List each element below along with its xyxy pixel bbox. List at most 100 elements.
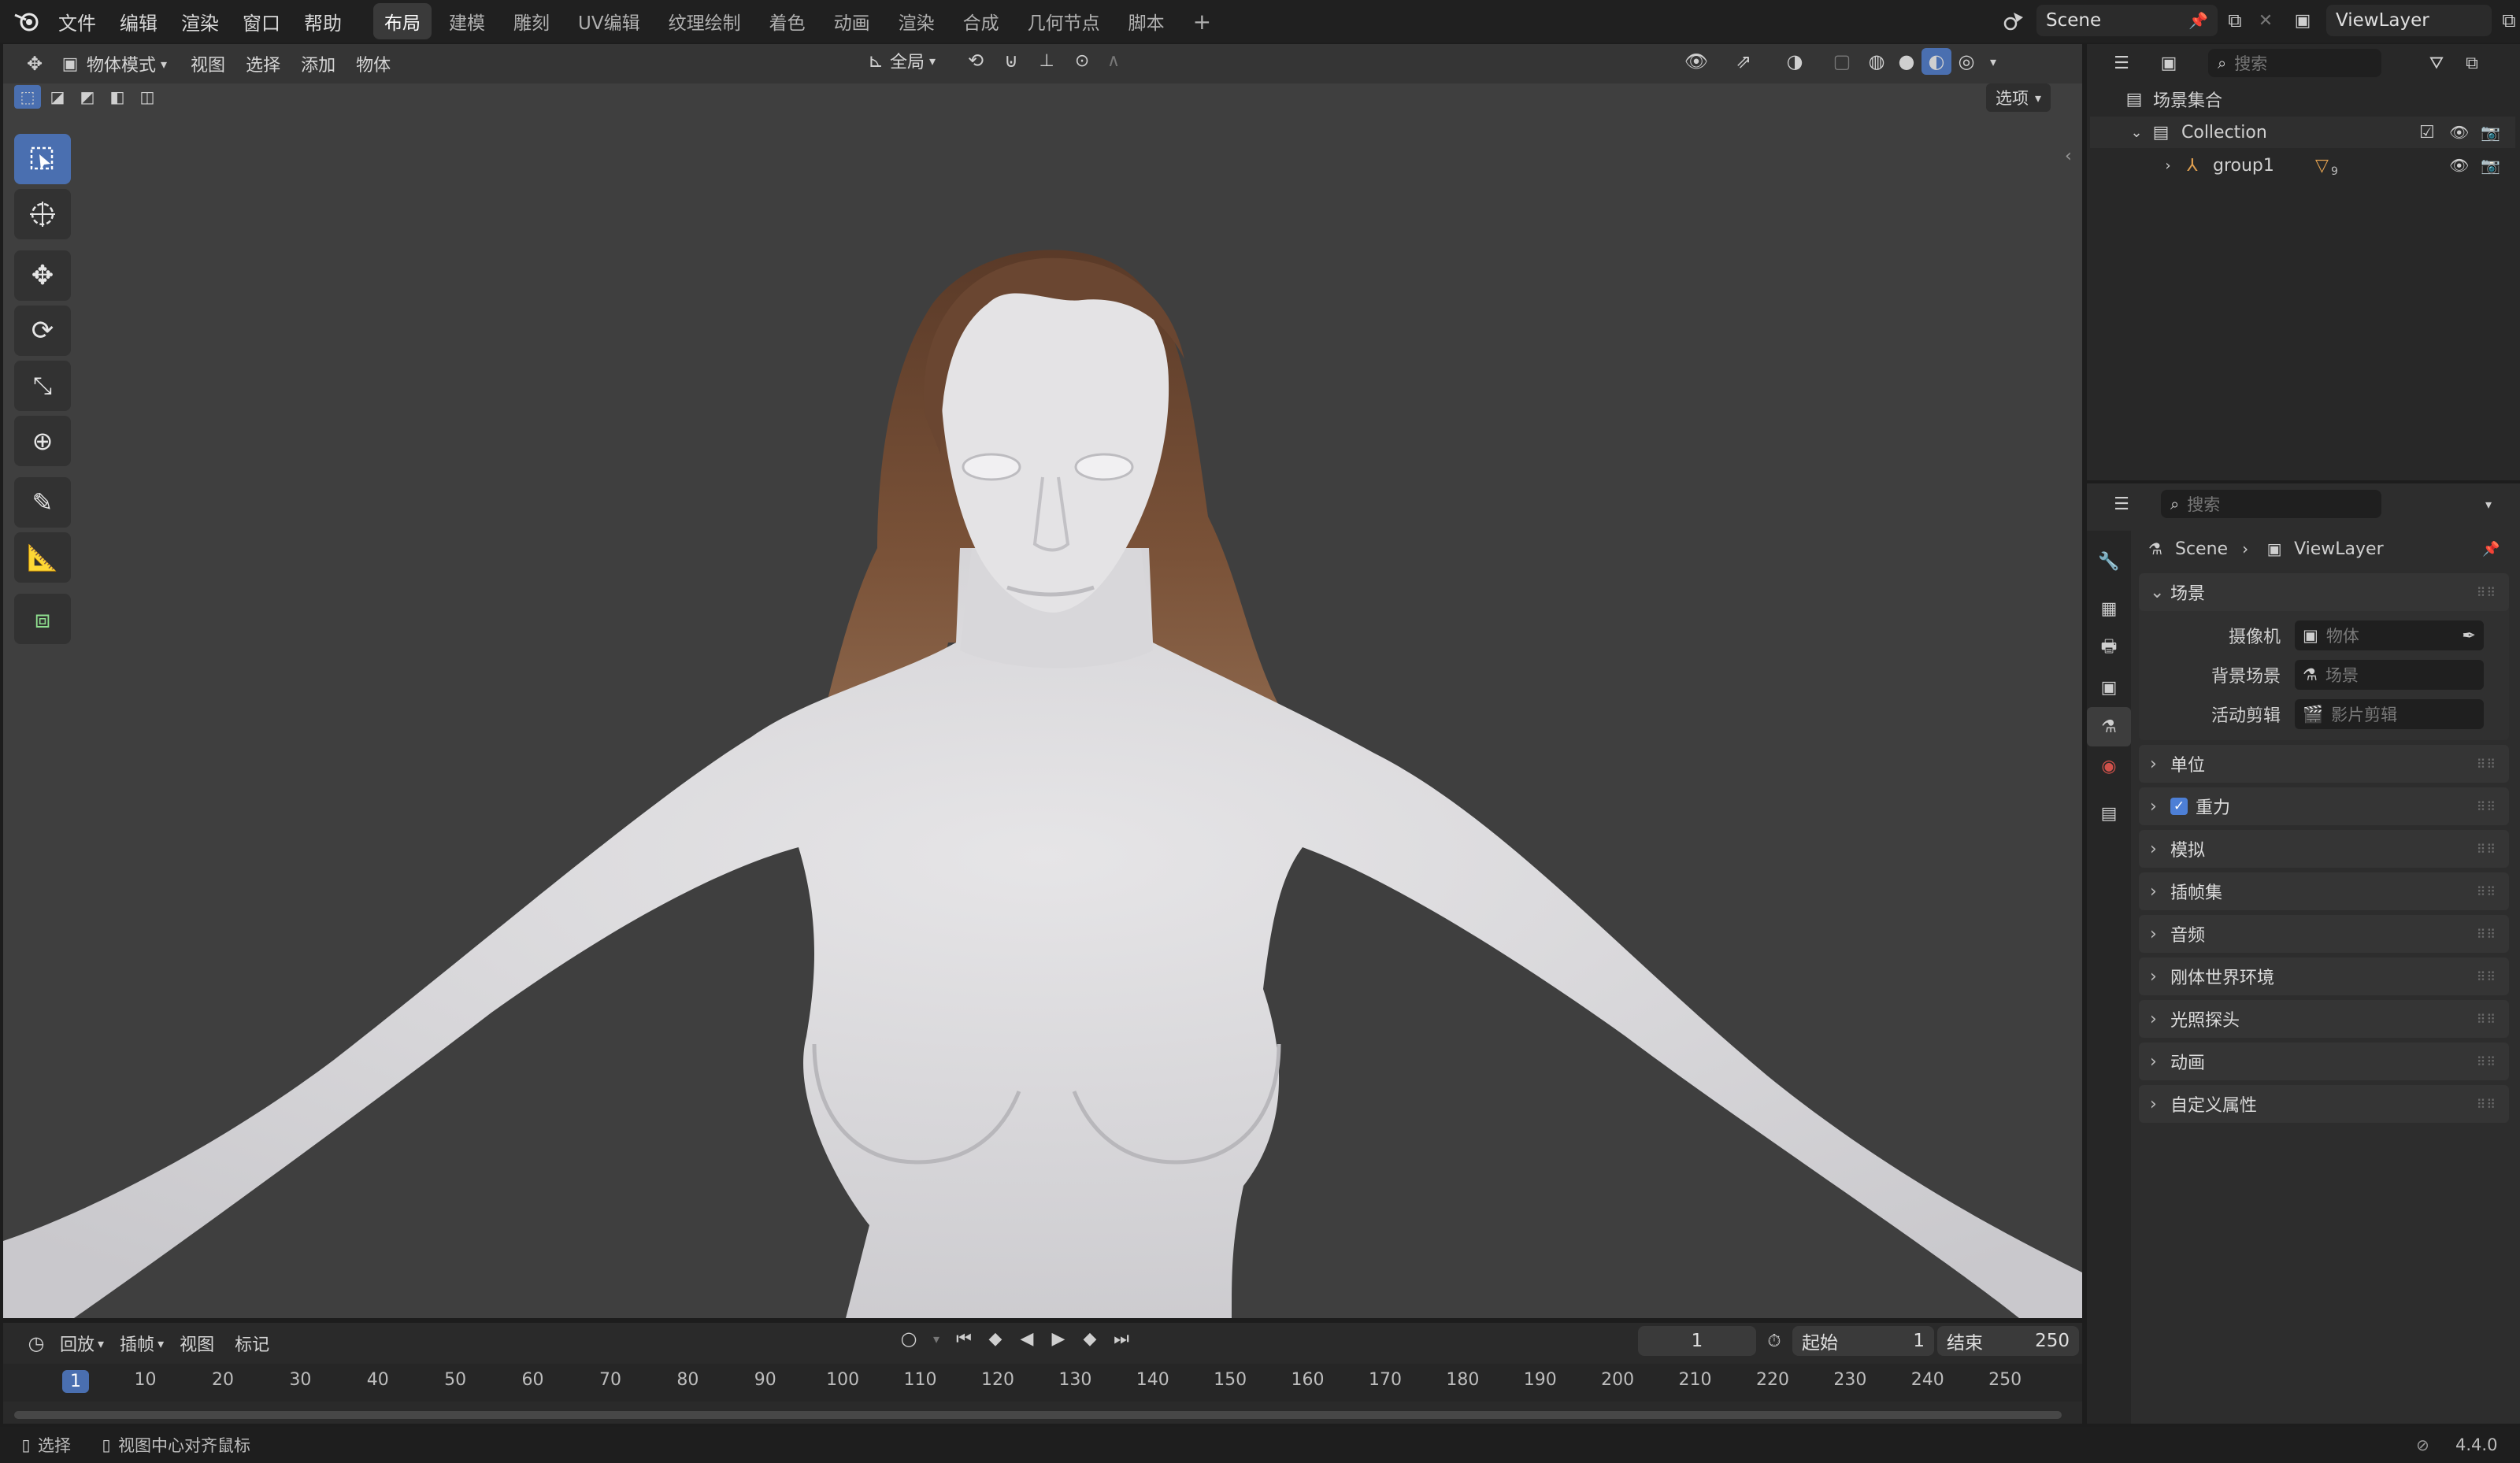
tab-geometry-nodes[interactable]: 几何节点 [1017,3,1111,39]
collection-tab-icon[interactable]: ▤ [2087,794,2131,833]
tab-compositing[interactable]: 合成 [952,3,1010,39]
section-simulation[interactable]: › 模拟 ⠿⠿ [2139,830,2509,868]
tab-texture-paint[interactable]: 纹理绘制 [658,3,752,39]
world-tab-icon[interactable]: ◉ [2087,746,2131,786]
frame-tick: 150 [1214,1370,1247,1390]
new-collection-icon[interactable]: ⧉ [2460,54,2484,73]
timeline-editor-icon[interactable]: ◷ [13,1332,60,1354]
tab-modeling[interactable]: 建模 [438,3,496,39]
model-figure[interactable] [3,44,2082,1318]
play-reverse-icon[interactable]: ◀ [1011,1329,1043,1349]
jump-start-icon[interactable]: ⏮ [948,1329,980,1349]
stopwatch-icon[interactable]: ⏱ [1756,1332,1792,1351]
new-view-layer-icon[interactable]: ⧉ [2492,5,2520,36]
tool-tab-icon[interactable]: 🔧 [2087,542,2131,581]
chevron-down-icon: ▾ [158,1335,165,1351]
chevron-right-icon[interactable]: › [2156,157,2180,174]
section-gravity[interactable]: › ✓ 重力 ⠿⠿ [2139,787,2509,825]
outliner-row-group1[interactable]: › ⅄ group1 ▽ 9 👁 📷 [2090,150,2515,181]
display-mode-icon[interactable]: ▣ [2145,54,2192,73]
menu-edit[interactable]: 编辑 [120,8,158,35]
drag-handle-icon[interactable]: ⠿⠿ [2477,1097,2496,1112]
properties-search[interactable]: ⌕ 搜索 [2161,490,2381,518]
eye-icon[interactable]: 👁 [2449,156,2469,175]
section-units[interactable]: › 单位 ⠿⠿ [2139,745,2509,783]
gravity-checkbox[interactable]: ✓ [2170,798,2188,815]
start-frame-field[interactable]: 起始 1 [1792,1326,1934,1356]
current-frame-field[interactable]: 1 [1638,1326,1756,1356]
eye-icon[interactable]: 👁 [2449,123,2469,142]
frame-ruler[interactable]: 1 10 20 30 40 50 60 70 80 90 100 110 120 130 140 150 160… [3,1364,2082,1402]
drag-handle-icon[interactable]: ⠿⠿ [2477,1012,2496,1027]
menu-render[interactable]: 渲染 [181,8,219,35]
eyedropper-icon[interactable]: ✒ [2462,626,2476,645]
scene-selector[interactable]: Scene 📌 [2036,5,2218,36]
tab-layout[interactable]: 布局 [373,3,432,39]
view-layer-tab-icon[interactable]: ▣ [2087,668,2131,707]
menu-window[interactable]: 窗口 [243,8,280,35]
scene-icon[interactable] [1992,5,2036,36]
prev-keyframe-icon[interactable]: ◆ [980,1329,1011,1349]
3d-viewport[interactable]: ✥ ▣ 物体模式 ▾ 视图 选择 添加 物体 ⊾ 全局 ▾ ⟲ ⊍ ⊥ ⊙ ∧ … [3,44,2082,1318]
camera-icon[interactable]: 📷 [2481,123,2500,142]
auto-key-icon[interactable]: ○ [893,1328,925,1350]
scene-tab-icon[interactable]: ⚗ [2087,707,2131,746]
delete-scene-icon[interactable]: ✕ [2252,5,2279,36]
filter-icon[interactable]: ⛛ [2413,54,2460,73]
add-workspace-button[interactable]: + [1182,4,1222,39]
drag-handle-icon[interactable]: ⠿⠿ [2477,969,2496,984]
play-icon[interactable]: ▶ [1043,1329,1074,1349]
tab-rendering[interactable]: 渲染 [888,3,946,39]
timeline: ◷ 回放 ▾ 插帧 ▾ 视图 标记 ○ ▾ ⏮ ◆ ◀ ▶ ◆ ⏭ 1 ⏱ 起始… [3,1323,2082,1424]
section-animation[interactable]: › 动画 ⠿⠿ [2139,1043,2509,1080]
camera-icon[interactable]: 📷 [2481,156,2500,175]
output-tab-icon[interactable]: 🖶 [2087,628,2131,668]
section-audio[interactable]: › 音频 ⠿⠿ [2139,915,2509,953]
new-scene-icon[interactable]: ⧉ [2218,5,2252,36]
drag-handle-icon[interactable]: ⠿⠿ [2477,884,2496,899]
menu-help[interactable]: 帮助 [304,8,342,35]
section-rigid-body-world[interactable]: › 刚体世界环境 ⠿⠿ [2139,957,2509,995]
active-clip-field[interactable]: 🎬 影片剪辑 [2295,699,2484,729]
chevron-down-icon[interactable]: ▾ [2485,497,2492,512]
end-frame-field[interactable]: 结束 250 [1937,1326,2079,1356]
background-scene-field[interactable]: ⚗ 场景 [2295,660,2484,690]
outliner-row-scene-collection[interactable]: ▤ 场景集合 [2122,85,2222,113]
drag-handle-icon[interactable]: ⠿⠿ [2477,585,2496,600]
blender-logo-icon[interactable] [11,10,43,32]
properties-editor-icon[interactable]: ☰ [2098,494,2145,514]
jump-end-icon[interactable]: ⏭ [1106,1329,1137,1349]
pin-icon[interactable]: 📌 [2482,541,2500,557]
chevron-down-icon[interactable]: ⌄ [2125,124,2148,141]
drag-handle-icon[interactable]: ⠿⠿ [2477,1054,2496,1069]
tab-sculpting[interactable]: 雕刻 [502,3,561,39]
menu-marker[interactable]: 标记 [235,1331,269,1356]
menu-file[interactable]: 文件 [58,8,96,35]
drag-handle-icon[interactable]: ⠿⠿ [2477,842,2496,857]
view-layer-icon[interactable]: ▣ [2279,5,2326,36]
timeline-scrollbar[interactable] [14,1411,2062,1419]
section-custom-properties[interactable]: › 自定义属性 ⠿⠿ [2139,1085,2509,1123]
camera-field[interactable]: ▣ 物体 ✒ [2295,620,2484,650]
drag-handle-icon[interactable]: ⠿⠿ [2477,927,2496,942]
view-layer-selector[interactable]: ViewLayer [2326,5,2492,36]
menu-playback[interactable]: 回放 [60,1331,94,1356]
next-keyframe-icon[interactable]: ◆ [1074,1329,1106,1349]
outliner-editor-icon[interactable]: ☰ [2098,54,2145,73]
checkbox-icon[interactable]: ☑ [2419,123,2435,143]
tab-animation[interactable]: 动画 [823,3,881,39]
drag-handle-icon[interactable]: ⠿⠿ [2477,799,2496,814]
section-keying-sets[interactable]: › 插帧集 ⠿⠿ [2139,872,2509,910]
drag-handle-icon[interactable]: ⠿⠿ [2477,757,2496,772]
tab-uv-editing[interactable]: UV编辑 [567,3,651,39]
render-tab-icon[interactable]: ▦ [2087,589,2131,628]
pin-icon[interactable]: 📌 [2188,11,2208,30]
tab-shading[interactable]: 着色 [758,3,817,39]
menu-keying[interactable]: 插帧 [120,1331,154,1356]
outliner-search[interactable]: ⌕ 搜索 [2208,49,2381,77]
outliner-row-collection[interactable]: ⌄ ▤ Collection ☑ 👁 📷 [2090,117,2515,148]
scene-panel-header[interactable]: ⌄ 场景 ⠿⠿ [2139,573,2509,611]
section-light-probes[interactable]: › 光照探头 ⠿⠿ [2139,1000,2509,1038]
tab-scripting[interactable]: 脚本 [1117,3,1176,39]
menu-timeline-view[interactable]: 视图 [180,1331,214,1356]
